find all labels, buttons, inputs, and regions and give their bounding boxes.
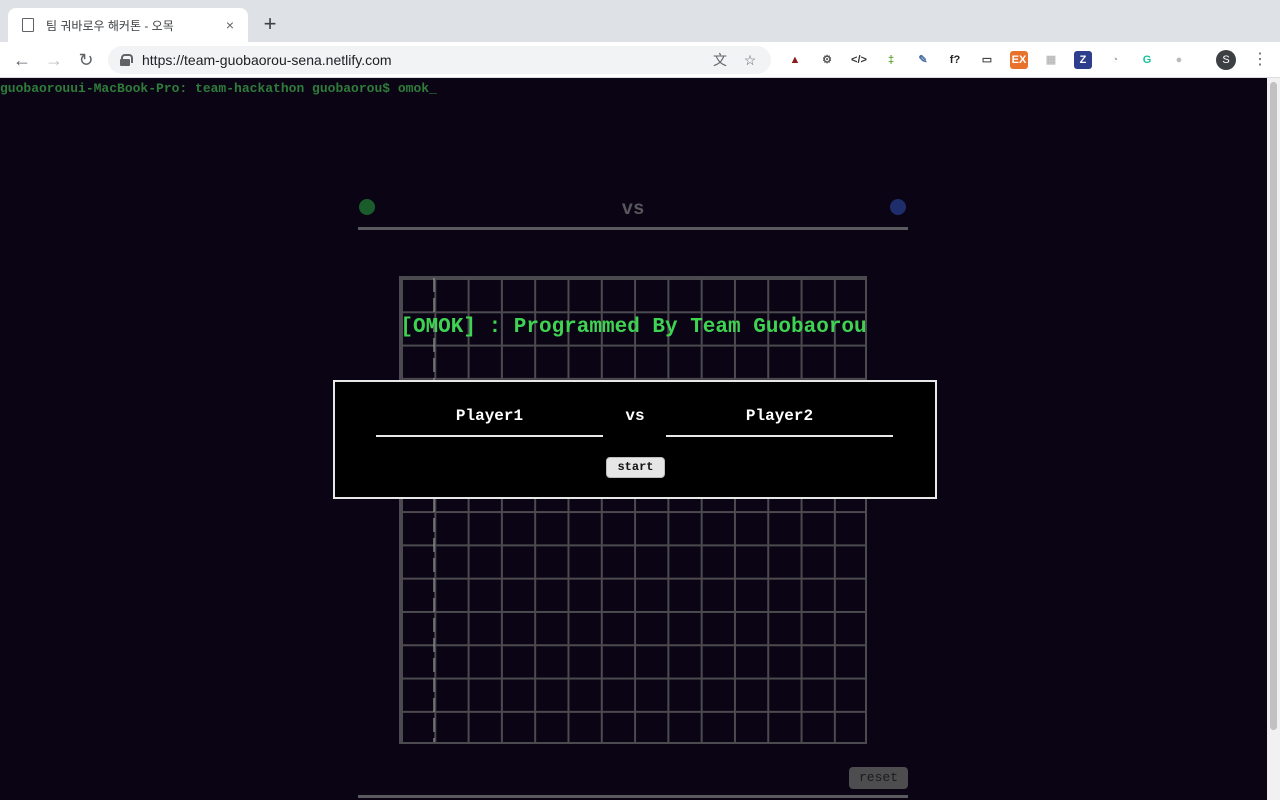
discord-extension-icon[interactable]: ●	[1170, 51, 1188, 69]
browser-tab[interactable]: 팀 궈바로우 해커톤 - 오목 ×	[8, 8, 248, 42]
document-icon	[22, 18, 34, 32]
player2-name-input[interactable]: Player2	[666, 404, 893, 437]
omok-board[interactable]	[399, 276, 867, 744]
clock-extension-icon[interactable]: ◔	[1106, 51, 1124, 69]
cast-icon[interactable]: ▭	[978, 51, 996, 69]
board-divider	[433, 278, 435, 742]
page-scrollbar[interactable]	[1267, 78, 1280, 800]
grammarly-icon[interactable]: G	[1138, 51, 1156, 69]
address-bar[interactable]: https://team-guobaorou-sena.netlify.com …	[108, 46, 771, 74]
grid-extension-icon[interactable]: ▦	[1042, 51, 1060, 69]
game-page: guobaorouui-MacBook-Pro: team-hackathon …	[0, 78, 1267, 800]
ladder-extension-icon[interactable]: ‡	[882, 51, 900, 69]
tab-strip: 팀 궈바로우 해커톤 - 오목 × +	[0, 0, 1280, 42]
profile-avatar[interactable]: S	[1216, 50, 1236, 70]
back-arrow-icon[interactable]: ←	[10, 48, 34, 72]
ex-extension-icon[interactable]: EX	[1010, 51, 1028, 69]
browser-toolbar: ← → ↻ https://team-guobaorou-sena.netlif…	[0, 42, 1280, 78]
tab-title: 팀 궈바로우 해커톤 - 오목	[46, 18, 174, 33]
player-setup-modal: Player1 vs Player2 start	[333, 380, 937, 499]
modal-vs-label: vs	[625, 407, 645, 425]
scoreboard: vs	[358, 196, 908, 230]
reset-button[interactable]: reset	[849, 767, 908, 789]
new-tab-button[interactable]: +	[258, 12, 282, 36]
chrome-menu-icon[interactable]: ⋮	[1252, 50, 1268, 70]
settings-extension-icon[interactable]: ⚙	[818, 51, 836, 69]
reload-icon[interactable]: ↻	[74, 48, 98, 72]
bookmark-star-icon[interactable]: ☆	[741, 51, 759, 69]
forward-arrow-icon[interactable]: →	[42, 48, 66, 72]
start-button[interactable]: start	[606, 457, 665, 478]
close-tab-icon[interactable]: ×	[222, 17, 238, 33]
scrollbar-thumb[interactable]	[1270, 82, 1277, 730]
player2-stone-icon	[890, 199, 906, 215]
hat-extension-icon[interactable]: ▲	[786, 51, 804, 69]
bottom-divider	[358, 795, 908, 798]
code-extension-icon[interactable]: </>	[850, 51, 868, 69]
url-text[interactable]: https://team-guobaorou-sena.netlify.com	[142, 52, 711, 68]
lock-icon	[120, 54, 133, 66]
font-extension-icon[interactable]: f?	[946, 51, 964, 69]
translate-icon[interactable]: 文	[711, 51, 729, 69]
z-extension-icon[interactable]: Z	[1074, 51, 1092, 69]
player1-name-input[interactable]: Player1	[376, 404, 603, 437]
scoreboard-vs: vs	[621, 198, 645, 220]
terminal-prompt: guobaorouui-MacBook-Pro: team-hackathon …	[0, 81, 437, 96]
eyedropper-extension-icon[interactable]: ✎	[914, 51, 932, 69]
game-title-banner: [OMOK] : Programmed By Team Guobaorou	[400, 316, 867, 339]
